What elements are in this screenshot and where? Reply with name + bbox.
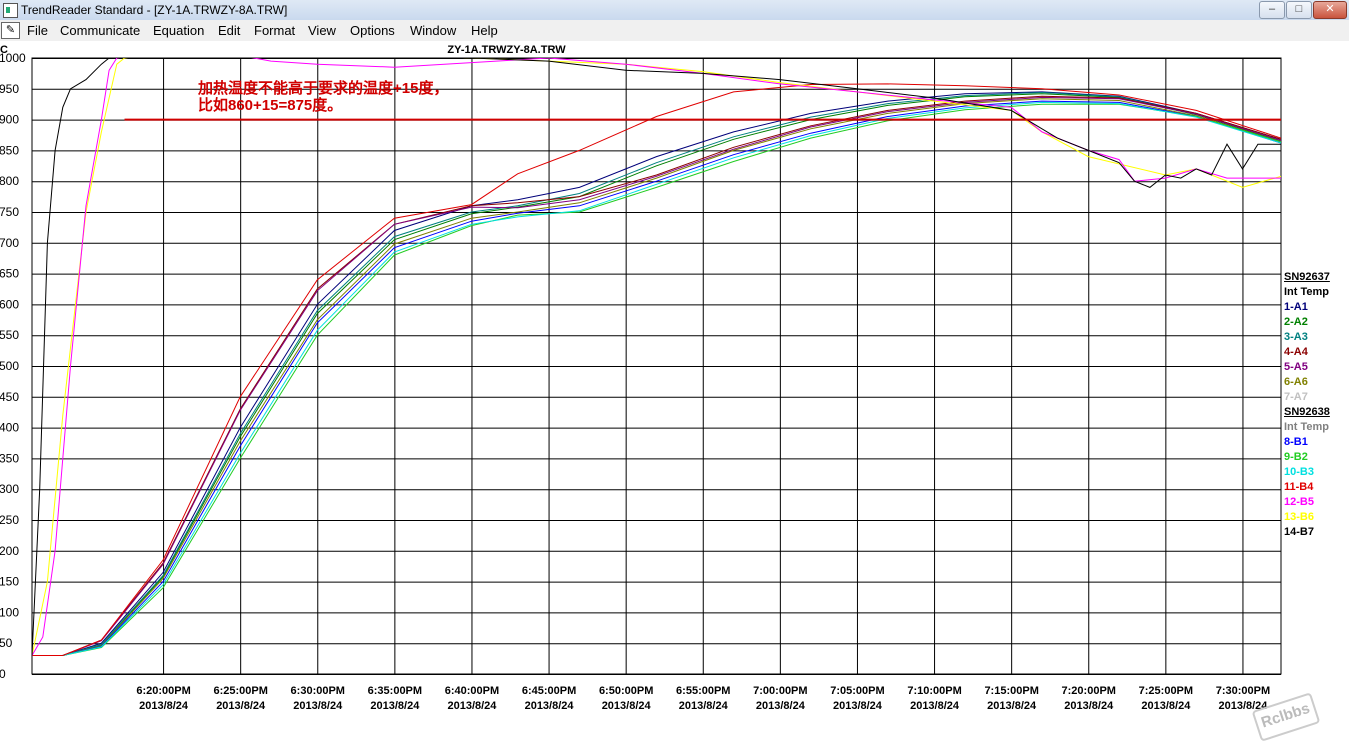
x-tick-date: 2013/8/24: [139, 700, 189, 709]
x-tick-label: 7:00:00PM: [753, 685, 807, 697]
app-icon: [3, 3, 18, 18]
legend-item[interactable]: 14-B7: [1284, 525, 1349, 540]
x-tick-date: 2013/8/24: [216, 700, 266, 709]
legend-item[interactable]: 7-A7: [1284, 390, 1349, 405]
y-axis-label: C: [0, 44, 8, 56]
x-tick-date: 2013/8/24: [1141, 700, 1191, 709]
legend: SN92637 Int Temp 1-A1 2-A2 3-A3 4-A4 5-A5 6-A6 7…: [1284, 270, 1349, 540]
x-tick-date: 2013/8/24: [370, 700, 420, 709]
legend-item[interactable]: 6-A6: [1284, 375, 1349, 390]
x-tick-date: 2013/8/24: [679, 700, 729, 709]
y-tick-label: 100: [0, 605, 19, 619]
legend-group-header[interactable]: SN92637: [1284, 270, 1349, 285]
minimize-button[interactable]: –: [1259, 1, 1285, 19]
y-tick-label: 650: [0, 267, 19, 281]
legend-item[interactable]: 10-B3: [1284, 465, 1349, 480]
x-tick-label: 7:25:00PM: [1139, 685, 1193, 697]
y-tick-label: 900: [0, 113, 19, 127]
trend-chart[interactable]: 0 50 100 150 200 250 300 350 400 450 500 550 600 650 7…: [0, 41, 1349, 709]
y-tick-label: 0: [0, 667, 6, 681]
annotation-text: 加热温度不能高于要求的温度+15度，: [197, 79, 448, 97]
menu-view[interactable]: View: [308, 23, 336, 38]
legend-item[interactable]: Int Temp: [1284, 285, 1349, 300]
x-tick-date: 2013/8/24: [756, 700, 806, 709]
legend-item[interactable]: 13-B6: [1284, 510, 1349, 525]
legend-item[interactable]: 11-B4: [1284, 480, 1349, 495]
document-icon[interactable]: ✎: [1, 22, 20, 39]
x-tick-label: 6:20:00PM: [136, 685, 190, 697]
y-tick-label: 50: [0, 636, 13, 650]
y-tick-label: 750: [0, 205, 19, 219]
x-tick-date: 2013/8/24: [987, 700, 1037, 709]
x-tick-date: 2013/8/24: [1064, 700, 1114, 709]
x-tick-date: 2013/8/24: [525, 700, 575, 709]
y-tick-label: 350: [0, 451, 19, 465]
x-tick-label: 7:05:00PM: [830, 685, 884, 697]
x-tick-date: 2013/8/24: [833, 700, 883, 709]
y-tick-label: 300: [0, 482, 19, 496]
legend-item[interactable]: 8-B1: [1284, 435, 1349, 450]
legend-item[interactable]: 1-A1: [1284, 300, 1349, 315]
legend-item[interactable]: 2-A2: [1284, 315, 1349, 330]
x-tick-label: 6:35:00PM: [368, 685, 422, 697]
chart-window: 0 50 100 150 200 250 300 350 400 450 500 550 600 650 7…: [0, 41, 1349, 742]
y-tick-label: 400: [0, 421, 19, 435]
menu-edit[interactable]: Edit: [218, 23, 240, 38]
y-tick-label: 850: [0, 143, 19, 157]
legend-item[interactable]: Int Temp: [1284, 420, 1349, 435]
x-tick-date: 2013/8/24: [910, 700, 960, 709]
legend-group-header[interactable]: SN92638: [1284, 405, 1349, 420]
y-tick-label: 600: [0, 297, 19, 311]
menu-format[interactable]: Format: [254, 23, 295, 38]
y-tick-label: 950: [0, 82, 19, 96]
y-tick-label: 550: [0, 328, 19, 342]
x-tick-label: 6:25:00PM: [213, 685, 267, 697]
x-tick-label: 6:55:00PM: [676, 685, 730, 697]
legend-item[interactable]: 12-B5: [1284, 495, 1349, 510]
legend-item[interactable]: 3-A3: [1284, 330, 1349, 345]
x-tick-label: 7:15:00PM: [984, 685, 1038, 697]
legend-item[interactable]: 4-A4: [1284, 345, 1349, 360]
x-tick-label: 7:10:00PM: [907, 685, 961, 697]
menu-bar: ✎ File Communicate Equation Edit Format …: [0, 20, 1349, 58]
menu-communicate[interactable]: Communicate: [60, 23, 140, 38]
y-tick-label: 450: [0, 390, 19, 404]
x-tick-date: 2013/8/24: [293, 700, 343, 709]
x-tick-date: 2013/8/24: [602, 700, 652, 709]
maximize-button[interactable]: □: [1286, 1, 1312, 19]
close-button[interactable]: ✕: [1313, 1, 1347, 19]
x-tick-label: 7:20:00PM: [1062, 685, 1116, 697]
y-tick-label: 200: [0, 544, 19, 558]
menu-window[interactable]: Window: [410, 23, 456, 38]
y-tick-label: 250: [0, 513, 19, 527]
y-tick-label: 700: [0, 236, 19, 250]
legend-item[interactable]: 5-A5: [1284, 360, 1349, 375]
menu-equation[interactable]: Equation: [153, 23, 204, 38]
menu-help[interactable]: Help: [471, 23, 498, 38]
title-bar: TrendReader Standard - [ZY-1A.TRWZY-8A.T…: [0, 0, 1349, 21]
x-tick-date: 2013/8/24: [447, 700, 497, 709]
y-tick-label: 500: [0, 359, 19, 373]
y-tick-label: 150: [0, 575, 19, 589]
x-tick-label: 6:40:00PM: [445, 685, 499, 697]
menu-file[interactable]: File: [27, 23, 48, 38]
x-tick-label: 6:50:00PM: [599, 685, 653, 697]
chart-title: ZY-1A.TRWZY-8A.TRW: [447, 44, 566, 56]
window-title: TrendReader Standard - [ZY-1A.TRWZY-8A.T…: [21, 3, 288, 17]
x-tick-label: 7:30:00PM: [1216, 685, 1270, 697]
annotation-text: 比如860+15=875度。: [198, 96, 342, 114]
menu-options[interactable]: Options: [350, 23, 395, 38]
y-tick-label: 800: [0, 174, 19, 188]
legend-item[interactable]: 9-B2: [1284, 450, 1349, 465]
x-tick-label: 6:45:00PM: [522, 685, 576, 697]
x-tick-label: 6:30:00PM: [291, 685, 345, 697]
